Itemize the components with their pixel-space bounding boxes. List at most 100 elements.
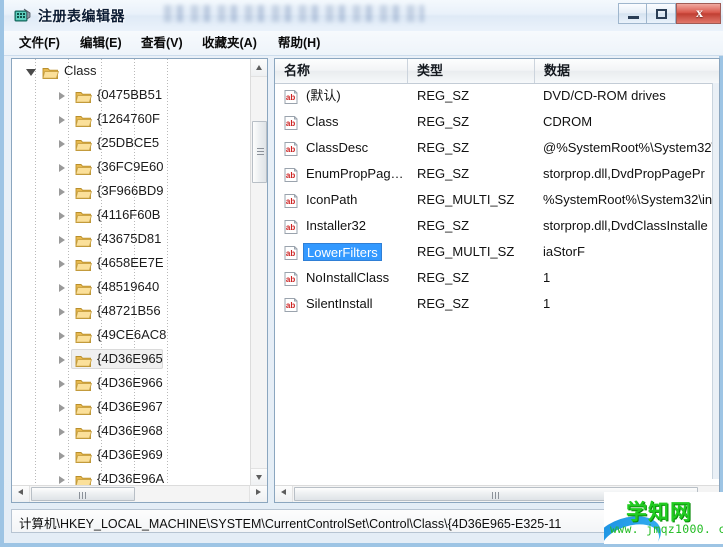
expand-arrow-closed-icon[interactable] (59, 452, 65, 460)
column-header-name[interactable]: 名称 (275, 59, 408, 83)
minimize-button[interactable] (618, 3, 647, 24)
list-vertical-scrollbar[interactable] (712, 83, 719, 479)
menu-item-favorites[interactable]: 收藏夹(A) (199, 34, 260, 52)
tree-item[interactable]: {4658EE7E (12, 251, 250, 275)
registry-value-row[interactable]: ab IconPath REG_MULTI_SZ %SystemRoot%\Syste… (275, 187, 719, 213)
tree-item[interactable]: {1264760F (12, 107, 250, 131)
value-type: REG_SZ (417, 140, 470, 155)
string-value-icon: ab (283, 166, 299, 182)
value-name[interactable]: SilentInstall (306, 291, 372, 317)
tree-item[interactable]: {48721B56 (12, 299, 250, 323)
tree-item[interactable]: {4D36E966 (12, 371, 250, 395)
expand-arrow-closed-icon[interactable] (59, 404, 65, 412)
folder-icon (75, 208, 93, 223)
tree-item-label: {4D36E968 (97, 423, 163, 438)
expand-arrow-closed-icon[interactable] (59, 164, 65, 172)
folder-icon (75, 376, 93, 391)
registry-value-row[interactable]: ab ClassDesc REG_SZ @%SystemRoot%\System32\ (275, 135, 719, 161)
value-name[interactable]: (默认) (306, 83, 341, 109)
value-name[interactable]: IconPath (306, 187, 357, 213)
close-button[interactable]: x (676, 3, 721, 24)
expand-arrow-closed-icon[interactable] (59, 260, 65, 268)
value-name[interactable]: Installer32 (306, 213, 366, 239)
string-value-icon: ab (283, 270, 299, 286)
expand-arrow-closed-icon[interactable] (59, 92, 65, 100)
tree-item-list: Class {0475BB51 {1264760F {25DBCE5 {36FC9E60… (12, 59, 250, 486)
close-icon: x (696, 6, 703, 21)
tree-hscrollbar-thumb[interactable] (31, 487, 135, 501)
tree-item[interactable]: {0475BB51 (12, 83, 250, 107)
expand-arrow-closed-icon[interactable] (59, 332, 65, 340)
expand-arrow-closed-icon[interactable] (59, 188, 65, 196)
tree-scroll-up-button[interactable] (251, 59, 267, 77)
value-name[interactable]: EnumPropPag… (306, 161, 404, 187)
menu-item-file[interactable]: 文件(F) (16, 34, 63, 52)
tree-item[interactable]: {4D36E965 (12, 347, 250, 371)
tree-item[interactable]: {43675D81 (12, 227, 250, 251)
menu-item-edit[interactable]: 编辑(E) (77, 34, 125, 52)
tree-scrollbar-thumb[interactable] (252, 121, 267, 183)
tree-item[interactable]: {4D36E967 (12, 395, 250, 419)
menu-item-help[interactable]: 帮助(H) (275, 34, 323, 52)
tree-item[interactable]: {4D36E969 (12, 443, 250, 467)
tree-item[interactable]: {36FC9E60 (12, 155, 250, 179)
expand-arrow-closed-icon[interactable] (59, 116, 65, 124)
value-name[interactable]: LowerFilters (303, 243, 382, 261)
tree-item-label: {48519640 (97, 279, 160, 294)
triangle-left-icon (18, 489, 23, 495)
tree-item[interactable]: {25DBCE5 (12, 131, 250, 155)
tree-item[interactable]: {4D36E96A (12, 467, 250, 486)
tree-scroll-left-button[interactable] (12, 486, 30, 502)
registry-value-row[interactable]: ab NoInstallClass REG_SZ 1 (275, 265, 719, 291)
value-name[interactable]: Class (306, 109, 339, 135)
expand-arrow-closed-icon[interactable] (59, 308, 65, 316)
tree-item-label: {1264760F (97, 111, 160, 126)
tree-item[interactable]: {48519640 (12, 275, 250, 299)
folder-icon (75, 184, 93, 199)
tree-scroll-right-button[interactable] (249, 486, 267, 502)
tree-item-label: {3F966BD9 (97, 183, 164, 198)
value-name[interactable]: ClassDesc (306, 135, 368, 161)
registry-value-row[interactable]: ab SilentInstall REG_SZ 1 (275, 291, 719, 317)
expand-arrow-closed-icon[interactable] (59, 356, 65, 364)
tree-item[interactable]: {49CE6AC8 (12, 323, 250, 347)
expand-arrow-closed-icon[interactable] (59, 140, 65, 148)
registry-values-panel[interactable]: 名称 类型 数据 ab (默认) REG_SZ DVD/CD-ROM drives ab… (274, 58, 720, 503)
value-data: iaStorF (543, 244, 585, 259)
registry-value-row[interactable]: ab (默认) REG_SZ DVD/CD-ROM drives (275, 83, 719, 109)
list-scroll-left-button[interactable] (275, 486, 293, 502)
site-watermark: 学知网 www. jmqz1000. com (604, 492, 723, 544)
value-name[interactable]: NoInstallClass (306, 265, 389, 291)
registry-tree-panel[interactable]: Class {0475BB51 {1264760F {25DBCE5 {36FC9E60… (11, 58, 268, 503)
registry-value-row[interactable]: ab Class REG_SZ CDROM (275, 109, 719, 135)
expand-arrow-closed-icon[interactable] (59, 212, 65, 220)
maximize-button[interactable] (647, 3, 676, 24)
title-bar[interactable]: 注册表编辑器 x (4, 0, 723, 32)
registry-value-row[interactable]: ab Installer32 REG_SZ storprop.dll,DvdClass… (275, 213, 719, 239)
column-header-type[interactable]: 类型 (408, 59, 535, 83)
tree-horizontal-scrollbar[interactable] (12, 485, 267, 502)
tree-item[interactable]: {4116F60B (12, 203, 250, 227)
registry-value-row[interactable]: ab LowerFilters REG_MULTI_SZ iaStorF (275, 239, 719, 265)
expand-arrow-closed-icon[interactable] (59, 428, 65, 436)
tree-vertical-scrollbar[interactable] (250, 59, 267, 486)
expand-arrow-closed-icon[interactable] (59, 380, 65, 388)
column-header-data[interactable]: 数据 (535, 59, 719, 83)
menu-item-view[interactable]: 查看(V) (138, 34, 186, 52)
tree-item-label: {48721B56 (97, 303, 161, 318)
expand-arrow-closed-icon[interactable] (59, 476, 65, 484)
tree-scroll-down-button[interactable] (251, 468, 267, 486)
expand-arrow-closed-icon[interactable] (59, 236, 65, 244)
string-value-icon: ab (283, 192, 299, 208)
expand-arrow-closed-icon[interactable] (59, 284, 65, 292)
tree-item[interactable]: {3F966BD9 (12, 179, 250, 203)
tree-item[interactable]: {4D36E968 (12, 419, 250, 443)
registry-value-row[interactable]: ab EnumPropPag… REG_SZ storprop.dll,DvdProp… (275, 161, 719, 187)
watermark-url: www. jmqz1000. com (610, 522, 723, 536)
tree-item-label: {43675D81 (97, 231, 162, 246)
expand-arrow-open-icon[interactable] (26, 69, 36, 76)
svg-text:ab: ab (286, 93, 295, 102)
tree-item[interactable]: Class (12, 59, 250, 83)
folder-icon (75, 424, 93, 439)
value-data: @%SystemRoot%\System32\ (543, 140, 716, 155)
